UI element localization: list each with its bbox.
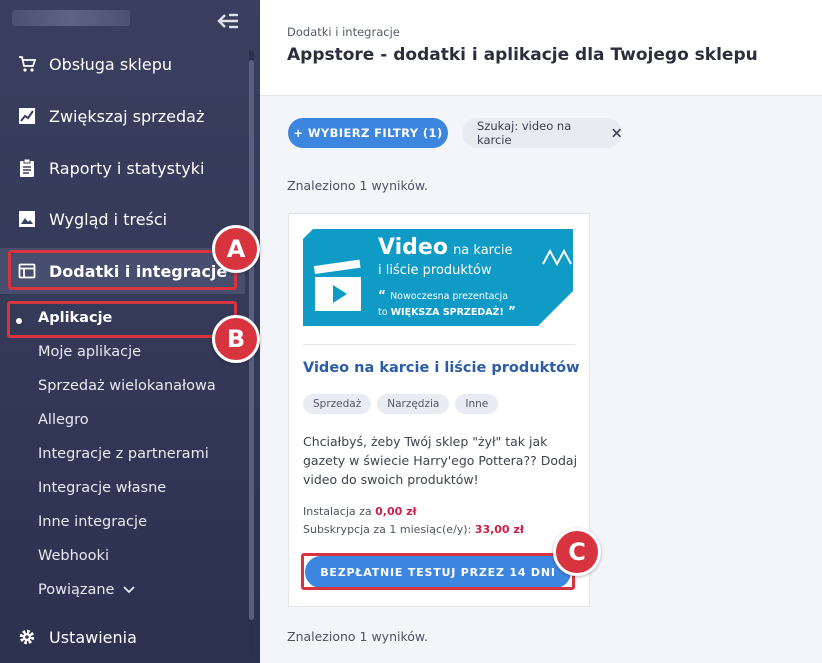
collapse-icon [217, 13, 238, 29]
subnav-allegro[interactable]: Allegro [38, 412, 89, 428]
banner-title: Video na karcie [378, 235, 513, 260]
results-count-bottom: Znaleziono 1 wyników. [287, 629, 428, 644]
page-header: Dodatki i integracje Appstore - dodatki … [260, 0, 822, 96]
annotation-marker-c: C [553, 528, 601, 576]
banner-quote-line1: “ Nowoczesna prezentacja [378, 288, 509, 302]
tag[interactable]: Sprzedaż [303, 394, 372, 414]
clapperboard-icon [313, 259, 361, 311]
chevron-down-icon [123, 586, 136, 594]
cart-icon [18, 55, 36, 73]
annotation-marker-a: A [212, 225, 260, 273]
banner-quote-line2: to WIĘKSZA SPRZEDAŻ! ” [378, 304, 516, 318]
annotation-marker-b: B [212, 315, 260, 363]
highlight-box-b [7, 301, 237, 338]
subnav-sprzedaz-wielokanalowa[interactable]: Sprzedaż wielokanałowa [38, 378, 216, 394]
gear-icon [18, 628, 36, 646]
nav-item-zwiekszaj-sprzedaz[interactable]: Zwiększaj sprzedaż [0, 93, 245, 139]
nav-label: Wygląd i treści [49, 209, 168, 229]
clipboard-icon [18, 159, 36, 177]
highlight-box-c [301, 553, 575, 590]
subnav-moje-aplikacje[interactable]: Moje aplikacje [38, 344, 141, 360]
app-card[interactable]: Video na karcie i liście produktów “ Now… [288, 213, 590, 607]
close-icon[interactable] [611, 127, 622, 139]
nav-label: Obsługa sklepu [49, 54, 173, 74]
install-price: Instalacja za 0,00 zł [303, 505, 417, 518]
nav-item-wyglad[interactable]: Wygląd i treści [0, 196, 245, 242]
page-title: Appstore - dodatki i aplikacje dla Twoje… [287, 45, 758, 65]
nav-item-obsluga-sklepu[interactable]: Obsługa sklepu [0, 41, 245, 87]
search-filter-label: Szukaj: video na karcie [477, 119, 572, 147]
nav-item-ustawienia[interactable]: Ustawienia [0, 614, 245, 660]
search-filter-chip[interactable]: Szukaj: video na karcie [462, 118, 622, 148]
subnav-powiazane-label: Powiązane [38, 582, 115, 598]
nav-label: Zwiększaj sprzedaż [49, 106, 205, 126]
subnav-powiazane[interactable]: Powiązane [38, 582, 136, 598]
nav-label: Raporty i statystyki [49, 158, 205, 178]
breadcrumb[interactable]: Dodatki i integracje [287, 25, 400, 39]
tag[interactable]: Narzędzia [377, 394, 450, 414]
subnav-integracje-z-partnerami[interactable]: Integracje z partnerami [38, 446, 209, 462]
subnav-inne-integracje[interactable]: Inne integracje [38, 514, 147, 530]
app-banner[interactable]: Video na karcie i liście produktów “ Now… [303, 229, 573, 326]
subscription-price: Subskrypcja za 1 miesiąc(e/y): 33,00 zł [303, 523, 524, 536]
collapse-sidebar-button[interactable] [214, 9, 242, 33]
choose-filters-button[interactable]: + WYBIERZ FILTRY (1) [288, 118, 448, 148]
image-icon [18, 210, 36, 228]
app-description: Chciałbyś, żeby Twój sklep "żył" tak jak… [303, 434, 578, 487]
card-divider [303, 344, 575, 345]
highlight-box-a [8, 250, 237, 290]
app-title-link[interactable]: Video na karcie i liście produktów [303, 360, 580, 376]
logo[interactable] [12, 10, 130, 26]
tag[interactable]: Inne [455, 394, 499, 414]
nav-item-raporty[interactable]: Raporty i statystyki [0, 145, 245, 191]
subnav-webhooki[interactable]: Webhooki [38, 548, 109, 564]
results-count: Znaleziono 1 wyników. [287, 178, 428, 193]
banner-subtitle: i liście produktów [378, 263, 492, 278]
chart-icon [18, 107, 36, 125]
app-tags: Sprzedaż Narzędzia Inne [303, 394, 499, 414]
subnav-integracje-wlasne[interactable]: Integracje własne [38, 480, 166, 496]
nav-label: Ustawienia [49, 627, 137, 647]
